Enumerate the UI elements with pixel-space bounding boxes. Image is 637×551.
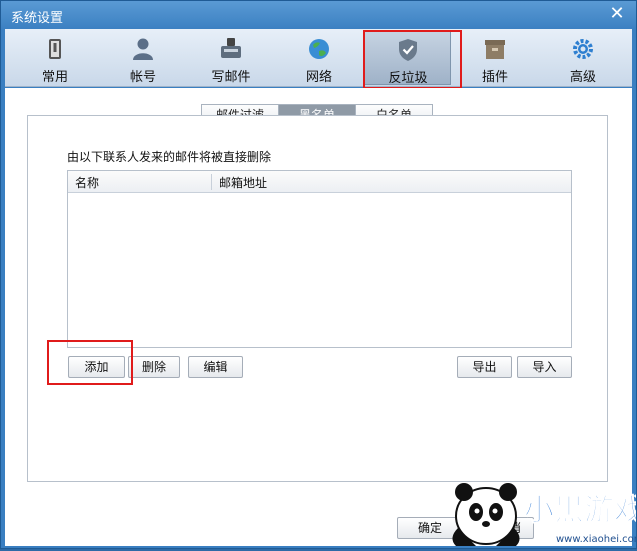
blacklist-description: 由以下联系人发来的邮件将被直接删除 bbox=[67, 150, 272, 164]
account-icon bbox=[133, 38, 153, 60]
toolbar-item-advanced[interactable]: 高级 bbox=[539, 31, 627, 85]
toolbar-item-general[interactable]: 常用 bbox=[11, 31, 99, 85]
toolbar-item-antispam[interactable]: 反垃圾 bbox=[363, 31, 451, 86]
window-title: 系统设置 bbox=[11, 11, 64, 26]
brand-url: www.xiaohei.com bbox=[556, 534, 636, 545]
toolbar-item-compose[interactable]: 写邮件 bbox=[187, 31, 275, 85]
toolbar-item-network[interactable]: 网络 bbox=[275, 31, 363, 85]
gear-icon bbox=[573, 39, 593, 59]
network-icon bbox=[309, 39, 329, 59]
title-bar: 系统设置 ✕ bbox=[1, 1, 636, 29]
general-icon bbox=[49, 39, 61, 59]
toolbar-item-plugins[interactable]: 插件 bbox=[451, 31, 539, 85]
settings-window: 系统设置 ✕ 常用 帐号 写邮件 网络 反垃圾 插件 高级 由以下联系人发来的邮… bbox=[0, 0, 637, 549]
toolbar-item-label: 网络 bbox=[305, 70, 332, 85]
close-icon[interactable]: ✕ bbox=[608, 4, 626, 24]
brand-text: 小黑游戏 bbox=[524, 493, 636, 528]
add-button[interactable]: 添加 bbox=[68, 356, 125, 378]
watermark-logo: 小黑游戏 www.xiaohei.com bbox=[436, 468, 637, 548]
edit-button[interactable]: 编辑 bbox=[188, 356, 243, 378]
column-header-name[interactable]: 名称 bbox=[75, 174, 99, 191]
table-header: 名称 邮箱地址 bbox=[68, 171, 571, 193]
toolbar-item-account[interactable]: 帐号 bbox=[99, 31, 187, 85]
toolbar-item-label: 写邮件 bbox=[211, 70, 251, 85]
blacklist-table[interactable]: 名称 邮箱地址 bbox=[67, 170, 572, 348]
column-header-email[interactable]: 邮箱地址 bbox=[219, 174, 267, 191]
export-button[interactable]: 导出 bbox=[457, 356, 512, 378]
toolbar-item-label: 帐号 bbox=[129, 70, 156, 85]
shield-icon bbox=[399, 39, 417, 61]
toolbar-item-label: 反垃圾 bbox=[388, 71, 428, 86]
import-button[interactable]: 导入 bbox=[517, 356, 572, 378]
toolbar-item-label: 插件 bbox=[481, 70, 508, 85]
toolbar-item-label: 高级 bbox=[569, 70, 596, 85]
delete-button[interactable]: 删除 bbox=[128, 356, 180, 378]
toolbar-item-label: 常用 bbox=[41, 70, 68, 85]
column-divider bbox=[211, 174, 212, 190]
plugin-icon bbox=[485, 40, 505, 59]
settings-toolbar: 常用 帐号 写邮件 网络 反垃圾 插件 高级 bbox=[5, 29, 632, 87]
panda-icon: 小黑游戏 www.xiaohei.com bbox=[452, 483, 637, 546]
compose-icon bbox=[221, 38, 241, 58]
